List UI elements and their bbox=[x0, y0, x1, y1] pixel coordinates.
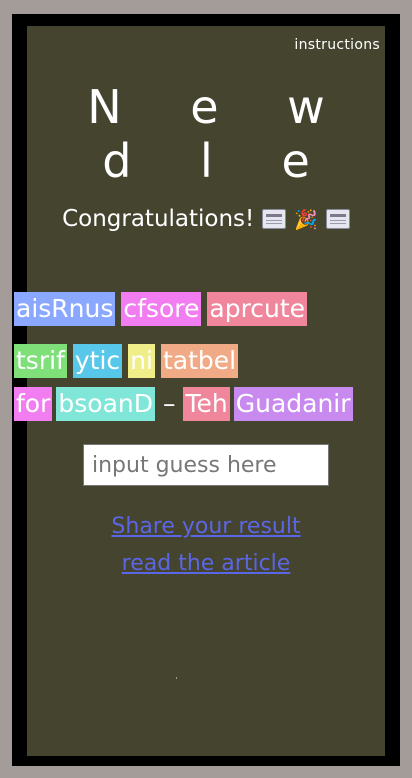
newspaper-icon bbox=[325, 209, 350, 229]
instructions-link[interactable]: instructions bbox=[294, 37, 380, 53]
congrats-message: Congratulations! 🎉 bbox=[27, 206, 385, 232]
divider-dot bbox=[176, 677, 177, 679]
scrambled-word: ytic bbox=[72, 344, 123, 378]
game-title: N e w d l e bbox=[27, 80, 385, 188]
guess-input[interactable] bbox=[83, 444, 329, 486]
word-row-3: for bsoanD – Teh Guadanir bbox=[14, 387, 353, 421]
newspaper-icon bbox=[262, 209, 287, 229]
title-text: N e w d l e bbox=[87, 80, 352, 188]
scrambled-word: cfsore bbox=[121, 292, 202, 326]
scrambled-word: ni bbox=[128, 344, 155, 378]
word-row-2: tsrif ytic ni tatbel bbox=[14, 344, 239, 378]
scrambled-word: for bbox=[14, 387, 53, 421]
scrambled-word: Teh bbox=[183, 387, 230, 421]
party-popper-icon: 🎉 bbox=[294, 208, 318, 231]
scrambled-word: aprcute bbox=[207, 292, 308, 326]
share-result-link[interactable]: Share your result bbox=[27, 514, 385, 539]
congrats-text: Congratulations! bbox=[62, 206, 255, 232]
scrambled-word: tsrif bbox=[14, 344, 67, 378]
read-article-link[interactable]: read the article bbox=[27, 551, 385, 576]
scrambled-word: aisRnus bbox=[14, 292, 116, 326]
word-row-1: aisRnus cfsore aprcute bbox=[14, 292, 308, 326]
scrambled-word: Guadanir bbox=[233, 387, 353, 421]
scrambled-word: tatbel bbox=[160, 344, 239, 378]
scrambled-word: bsoanD bbox=[56, 387, 155, 421]
dash-separator: – bbox=[162, 389, 176, 418]
